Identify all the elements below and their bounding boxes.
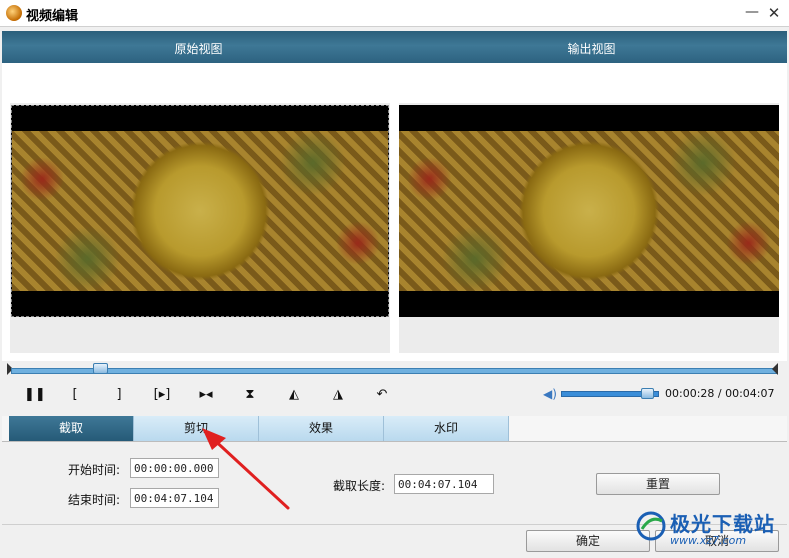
- watermark-logo-icon: [636, 511, 666, 541]
- play-segment-icon: [▸]: [153, 387, 171, 402]
- rotate-left-button[interactable]: ◭: [284, 386, 304, 404]
- ok-button[interactable]: 确定: [526, 530, 650, 552]
- original-video-image: [12, 131, 388, 291]
- volume-icon[interactable]: ◀): [543, 387, 557, 401]
- end-time-label: 结束时间:: [68, 493, 121, 507]
- time-display: 00:00:28 / 00:04:07: [665, 387, 775, 400]
- watermark-brand: 极光下载站: [670, 512, 775, 536]
- window-title: 视频编辑: [26, 9, 79, 24]
- set-end-button[interactable]: ]: [109, 386, 129, 404]
- watermark-url: www.xz7.com: [670, 534, 747, 547]
- output-view-label: 输出视图: [567, 42, 616, 56]
- step-button[interactable]: ▸◂: [196, 386, 216, 404]
- output-video-image: [399, 131, 779, 291]
- trim-length-label: 截取长度:: [333, 479, 386, 493]
- flip-vertical-button[interactable]: ⧗: [240, 386, 260, 404]
- trim-length-field: 00:04:07.104: [394, 474, 494, 494]
- step-icon: ▸◂: [199, 387, 213, 402]
- set-start-icon: [: [72, 387, 78, 402]
- seek-thumb[interactable]: [92, 363, 108, 374]
- video-preview-area: [2, 63, 787, 361]
- pause-button[interactable]: ❚❚: [24, 386, 46, 404]
- reset-button[interactable]: 重置: [596, 473, 720, 495]
- close-button[interactable]: ✕: [764, 3, 784, 23]
- start-time-label: 开始时间:: [68, 463, 121, 477]
- annotation-arrow: [202, 428, 290, 510]
- tab-watermark[interactable]: 水印: [384, 416, 509, 441]
- pause-icon: ❚❚: [24, 387, 46, 402]
- seek-bar[interactable]: [11, 368, 778, 374]
- undo-icon: ↶: [376, 387, 388, 402]
- volume-thumb[interactable]: [641, 388, 655, 399]
- rotate-right-icon: ◮: [333, 387, 343, 402]
- view-header-bar: 原始视图 输出视图: [2, 31, 787, 63]
- original-video-frame[interactable]: [11, 105, 389, 317]
- original-view-label: 原始视图: [174, 42, 223, 56]
- rotate-left-icon: ◭: [289, 387, 299, 402]
- trim-end-marker[interactable]: [772, 363, 778, 375]
- output-video-frame: [399, 105, 779, 317]
- tab-capture[interactable]: 截取: [9, 416, 134, 441]
- title-bar: [0, 0, 789, 27]
- undo-button[interactable]: ↶: [372, 386, 392, 404]
- set-start-button[interactable]: [: [65, 386, 85, 404]
- play-segment-button[interactable]: [▸]: [152, 386, 172, 404]
- app-icon: [6, 5, 22, 21]
- set-end-icon: ]: [116, 387, 122, 402]
- minimize-button[interactable]: —: [742, 3, 762, 23]
- rotate-right-button[interactable]: ◮: [328, 386, 348, 404]
- flip-vertical-icon: ⧗: [245, 387, 255, 402]
